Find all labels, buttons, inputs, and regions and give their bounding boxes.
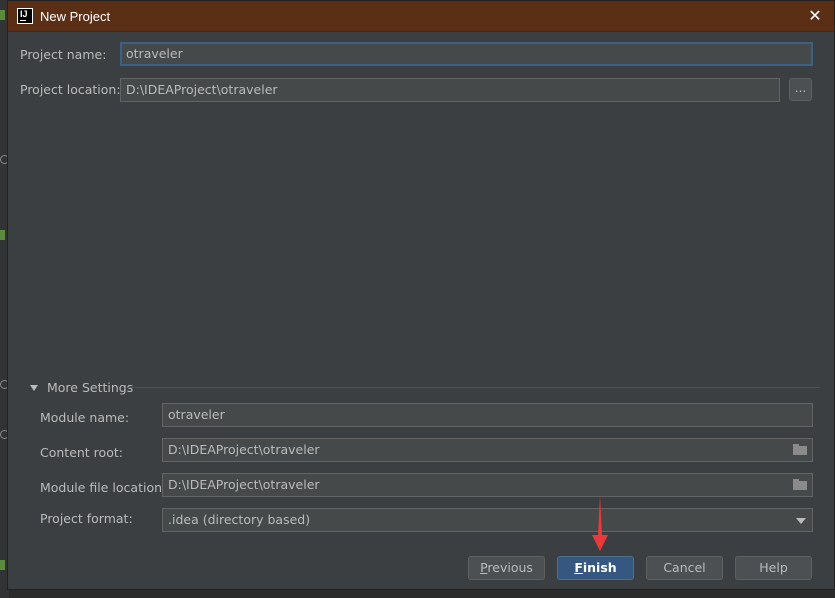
- previous-button[interactable]: Previous: [468, 556, 545, 580]
- finish-button[interactable]: Finish: [557, 556, 634, 580]
- content-root-input[interactable]: D:\IDEAProject\otraveler: [162, 438, 813, 462]
- project-name-input[interactable]: otraveler: [120, 42, 813, 66]
- intellij-idea-icon: IJ: [17, 8, 33, 24]
- folder-icon[interactable]: [793, 444, 807, 455]
- project-format-select[interactable]: .idea (directory based): [162, 508, 813, 532]
- chevron-down-icon: [796, 518, 806, 524]
- background-marker: [0, 10, 5, 20]
- folder-icon[interactable]: [793, 479, 807, 490]
- close-icon[interactable]: ✕: [806, 7, 824, 25]
- more-settings-label: More Settings: [47, 380, 134, 395]
- background-marker: [0, 230, 5, 240]
- finish-label: inish: [582, 560, 617, 575]
- triangle-down-icon: [30, 384, 38, 391]
- project-location-input[interactable]: D:\IDEAProject\otraveler: [120, 78, 780, 102]
- previous-label: revious: [487, 560, 533, 575]
- content-root-value: D:\IDEAProject\otraveler: [168, 442, 320, 457]
- project-format-label: Project format:: [40, 511, 133, 526]
- finish-mnemonic: F: [574, 560, 583, 575]
- dialog-titlebar[interactable]: IJ New Project ✕: [8, 1, 834, 32]
- red-arrow-icon: [592, 495, 608, 551]
- module-file-location-label: Module file location:: [40, 480, 167, 495]
- browse-location-button[interactable]: ...: [789, 78, 812, 101]
- background-marker: [0, 560, 5, 570]
- module-file-location-input[interactable]: D:\IDEAProject\otraveler: [162, 473, 813, 497]
- project-format-value: .idea (directory based): [168, 512, 311, 527]
- new-project-dialog: IJ New Project ✕ Project name: otraveler…: [7, 0, 835, 590]
- project-name-label: Project name:: [20, 47, 107, 62]
- dialog-title: New Project: [40, 8, 111, 24]
- content-root-label: Content root:: [40, 445, 123, 460]
- module-name-label: Module name:: [40, 410, 130, 425]
- more-settings-toggle[interactable]: More Settings: [30, 380, 133, 395]
- module-name-input[interactable]: otraveler: [162, 403, 813, 427]
- more-settings-divider: [128, 387, 820, 388]
- module-file-location-value: D:\IDEAProject\otraveler: [168, 477, 320, 492]
- project-location-label: Project location:: [20, 82, 121, 97]
- cancel-button[interactable]: Cancel: [646, 556, 723, 580]
- help-button[interactable]: Help: [735, 556, 812, 580]
